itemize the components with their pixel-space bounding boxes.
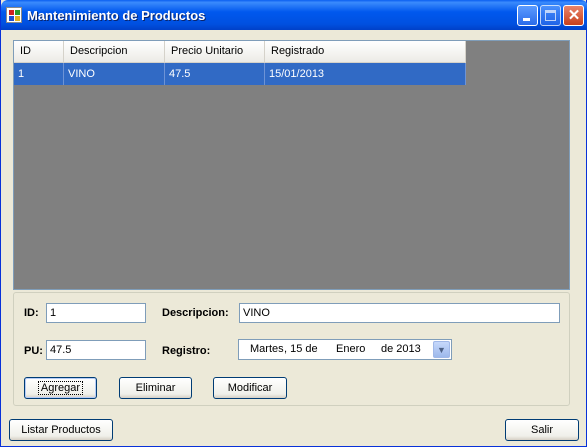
- pu-field[interactable]: 47.5: [46, 340, 146, 360]
- minimize-button[interactable]: [517, 5, 538, 26]
- listar-label: Listar Productos: [21, 424, 101, 436]
- chevron-down-icon[interactable]: ▼: [433, 341, 450, 358]
- id-label: ID:: [24, 307, 39, 319]
- column-header-descripcion[interactable]: Descripcion: [64, 41, 165, 63]
- registro-date-picker[interactable]: Martes , 15 de Enero de 2013 ▼: [238, 339, 452, 360]
- close-icon: ✕: [567, 7, 581, 24]
- column-header-precio[interactable]: Precio Unitario: [165, 41, 265, 63]
- column-header-registrado[interactable]: Registrado: [265, 41, 466, 63]
- maximize-button[interactable]: [540, 5, 561, 26]
- minimize-icon: [523, 18, 530, 21]
- cell-id[interactable]: 1: [14, 63, 64, 85]
- descripcion-field[interactable]: VINO: [239, 303, 560, 323]
- date-month[interactable]: Enero: [336, 343, 365, 355]
- listar-productos-button[interactable]: Listar Productos: [9, 419, 113, 441]
- eliminar-button[interactable]: Eliminar: [119, 377, 192, 399]
- date-day-name[interactable]: Martes: [250, 343, 284, 355]
- table-row[interactable]: 1 VINO 47.5 15/01/2013: [14, 63, 466, 85]
- eliminar-label: Eliminar: [135, 382, 176, 394]
- salir-label: Salir: [530, 424, 553, 436]
- registro-label: Registro:: [162, 345, 211, 357]
- window-title: Mantenimiento de Productos: [27, 8, 206, 23]
- agregar-label: Agregar: [37, 381, 84, 395]
- date-day[interactable]: , 15 de: [284, 343, 318, 355]
- id-field[interactable]: 1: [46, 303, 146, 323]
- cell-precio[interactable]: 47.5: [165, 63, 265, 85]
- close-button[interactable]: ✕: [563, 5, 584, 26]
- modificar-button[interactable]: Modificar: [213, 377, 287, 399]
- date-year[interactable]: de 2013: [381, 343, 421, 355]
- descripcion-label: Descripcion:: [162, 307, 229, 319]
- main-window: Mantenimiento de Productos ✕ ID Descripc…: [0, 0, 587, 447]
- grid-header: ID Descripcion Precio Unitario Registrad…: [14, 41, 466, 63]
- agregar-button[interactable]: Agregar: [24, 377, 97, 399]
- products-grid[interactable]: ID Descripcion Precio Unitario Registrad…: [13, 40, 570, 290]
- cell-descripcion[interactable]: VINO: [64, 63, 165, 85]
- maximize-icon: [545, 10, 556, 21]
- app-icon[interactable]: [6, 7, 22, 23]
- pu-label: PU:: [24, 345, 43, 357]
- salir-button[interactable]: Salir: [505, 419, 579, 441]
- column-header-id[interactable]: ID: [14, 41, 64, 63]
- title-bar[interactable]: Mantenimiento de Productos ✕: [1, 0, 587, 30]
- cell-registrado[interactable]: 15/01/2013: [265, 63, 466, 85]
- modificar-label: Modificar: [227, 382, 273, 394]
